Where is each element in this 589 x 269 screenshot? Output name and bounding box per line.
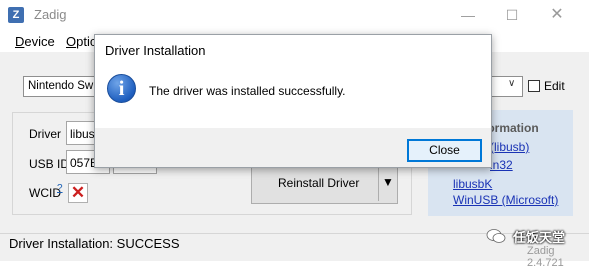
close-window-icon[interactable]: ✕ xyxy=(545,4,569,26)
split-button-divider xyxy=(378,165,379,201)
edit-checkbox[interactable] xyxy=(528,80,540,92)
wcid-help-link[interactable]: ? xyxy=(57,183,63,194)
usb-id-label: USB ID xyxy=(29,157,70,171)
link-libusb0[interactable]: (libusb) xyxy=(490,140,529,154)
version-text: Zadig 2.4.721 xyxy=(527,245,564,269)
wechat-watermark-icon xyxy=(486,229,506,243)
status-text: Driver Installation: SUCCESS xyxy=(9,236,180,251)
link-libusbk[interactable]: libusbK xyxy=(453,177,492,191)
dialog-message: The driver was installed successfully. xyxy=(149,84,346,98)
chevron-down-icon[interactable]: ∨ xyxy=(508,78,515,89)
reinstall-driver-label: Reinstall Driver xyxy=(278,176,360,190)
link-winusb[interactable]: WinUSB (Microsoft) xyxy=(453,193,558,207)
menu-options[interactable]: Optic xyxy=(66,34,96,49)
watermark-text: 任饭天堂 xyxy=(513,230,566,245)
device-dropdown-value: Nintendo Swit xyxy=(28,80,99,92)
driver-label: Driver xyxy=(29,127,61,141)
zadig-app-icon: Z xyxy=(8,7,24,23)
window-title: Zadig xyxy=(34,7,67,22)
split-arrow-icon[interactable]: ▼ xyxy=(382,175,394,189)
link-libusb-win32[interactable]: in32 xyxy=(490,158,513,172)
edit-label: Edit xyxy=(544,79,565,93)
close-button[interactable]: Close xyxy=(407,139,482,162)
information-icon: i xyxy=(107,74,136,103)
minimize-icon[interactable]: — xyxy=(456,4,480,26)
dialog-title: Driver Installation xyxy=(105,43,206,58)
menu-device[interactable]: Device xyxy=(15,34,55,49)
wcid-status-cross-icon: ✕ xyxy=(68,183,88,203)
maximize-icon[interactable]: ☐ xyxy=(500,4,524,26)
